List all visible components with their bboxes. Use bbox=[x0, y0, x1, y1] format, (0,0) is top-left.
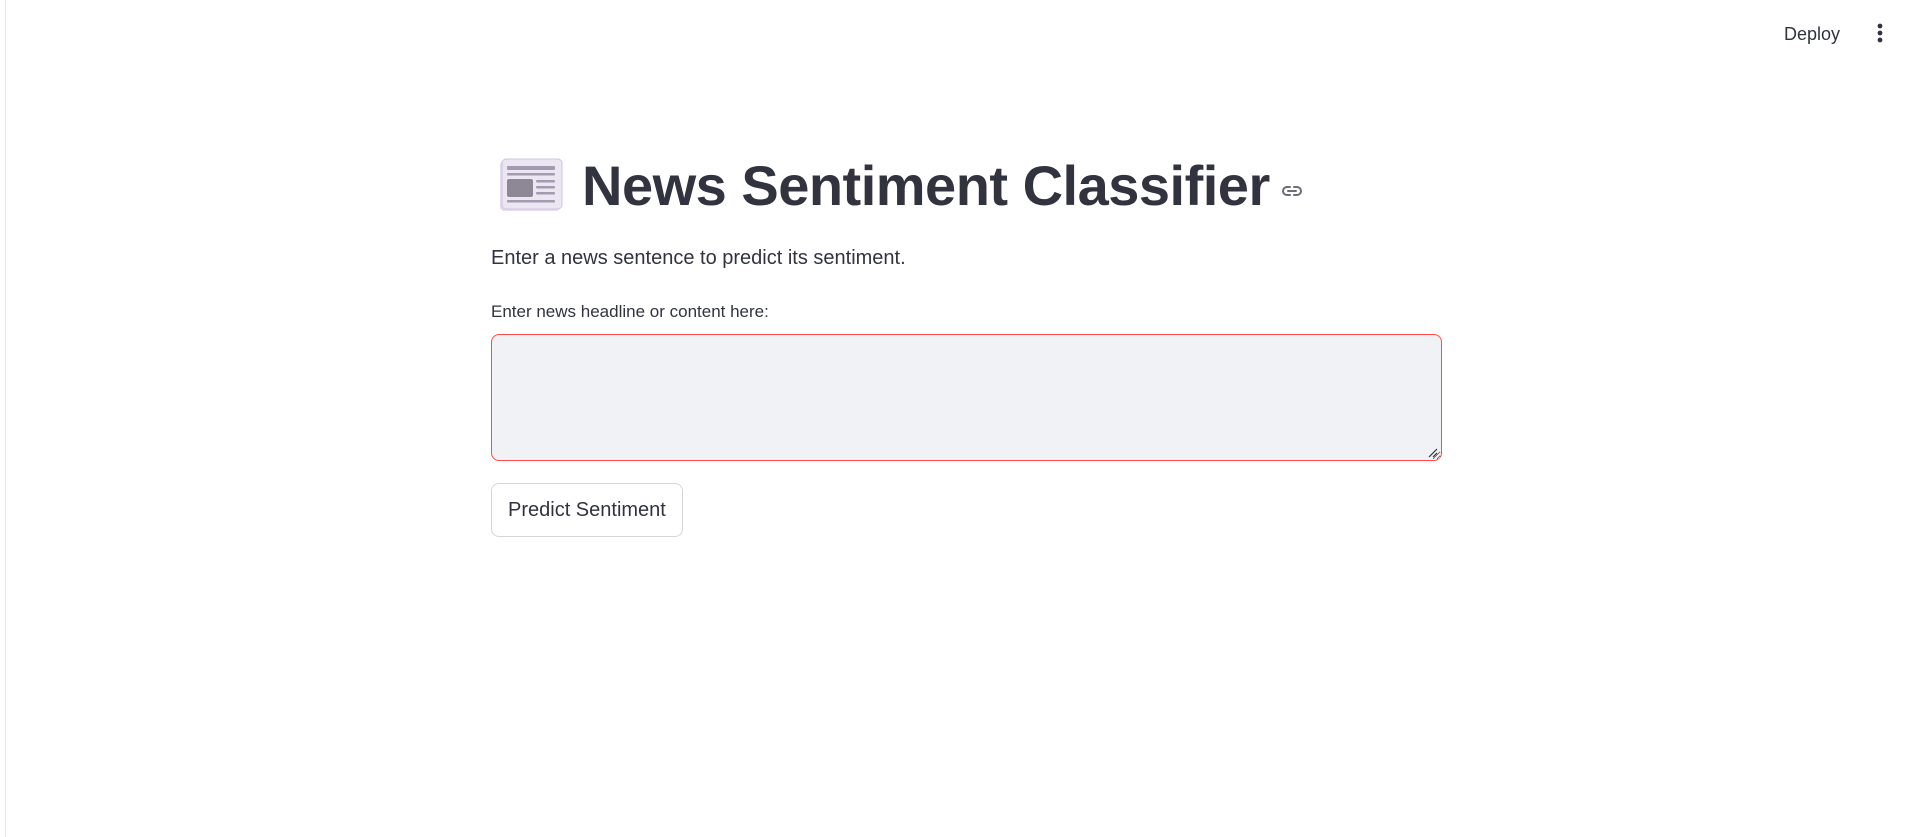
resize-handle-icon[interactable] bbox=[1426, 445, 1438, 458]
news-textarea[interactable] bbox=[491, 334, 1442, 461]
more-vertical-icon bbox=[1877, 23, 1883, 46]
predict-sentiment-button[interactable]: Predict Sentiment bbox=[491, 483, 683, 537]
news-input-container bbox=[491, 334, 1442, 461]
main-content: News Sentiment Classifier Enter a news s… bbox=[491, 150, 1442, 537]
title-row: News Sentiment Classifier bbox=[491, 150, 1442, 222]
main-menu-button[interactable] bbox=[1866, 18, 1894, 50]
newspaper-icon bbox=[498, 157, 564, 215]
deploy-button[interactable]: Deploy bbox=[1776, 18, 1848, 51]
link-icon[interactable] bbox=[1280, 179, 1304, 203]
news-input-label: Enter news headline or content here: bbox=[491, 302, 769, 321]
app-frame: Deploy News Sentiment Classifier Enter a… bbox=[5, 0, 1920, 837]
top-toolbar: Deploy bbox=[1776, 14, 1894, 54]
page-title: News Sentiment Classifier bbox=[582, 154, 1270, 217]
page-subtitle: Enter a news sentence to predict its sen… bbox=[491, 247, 906, 269]
